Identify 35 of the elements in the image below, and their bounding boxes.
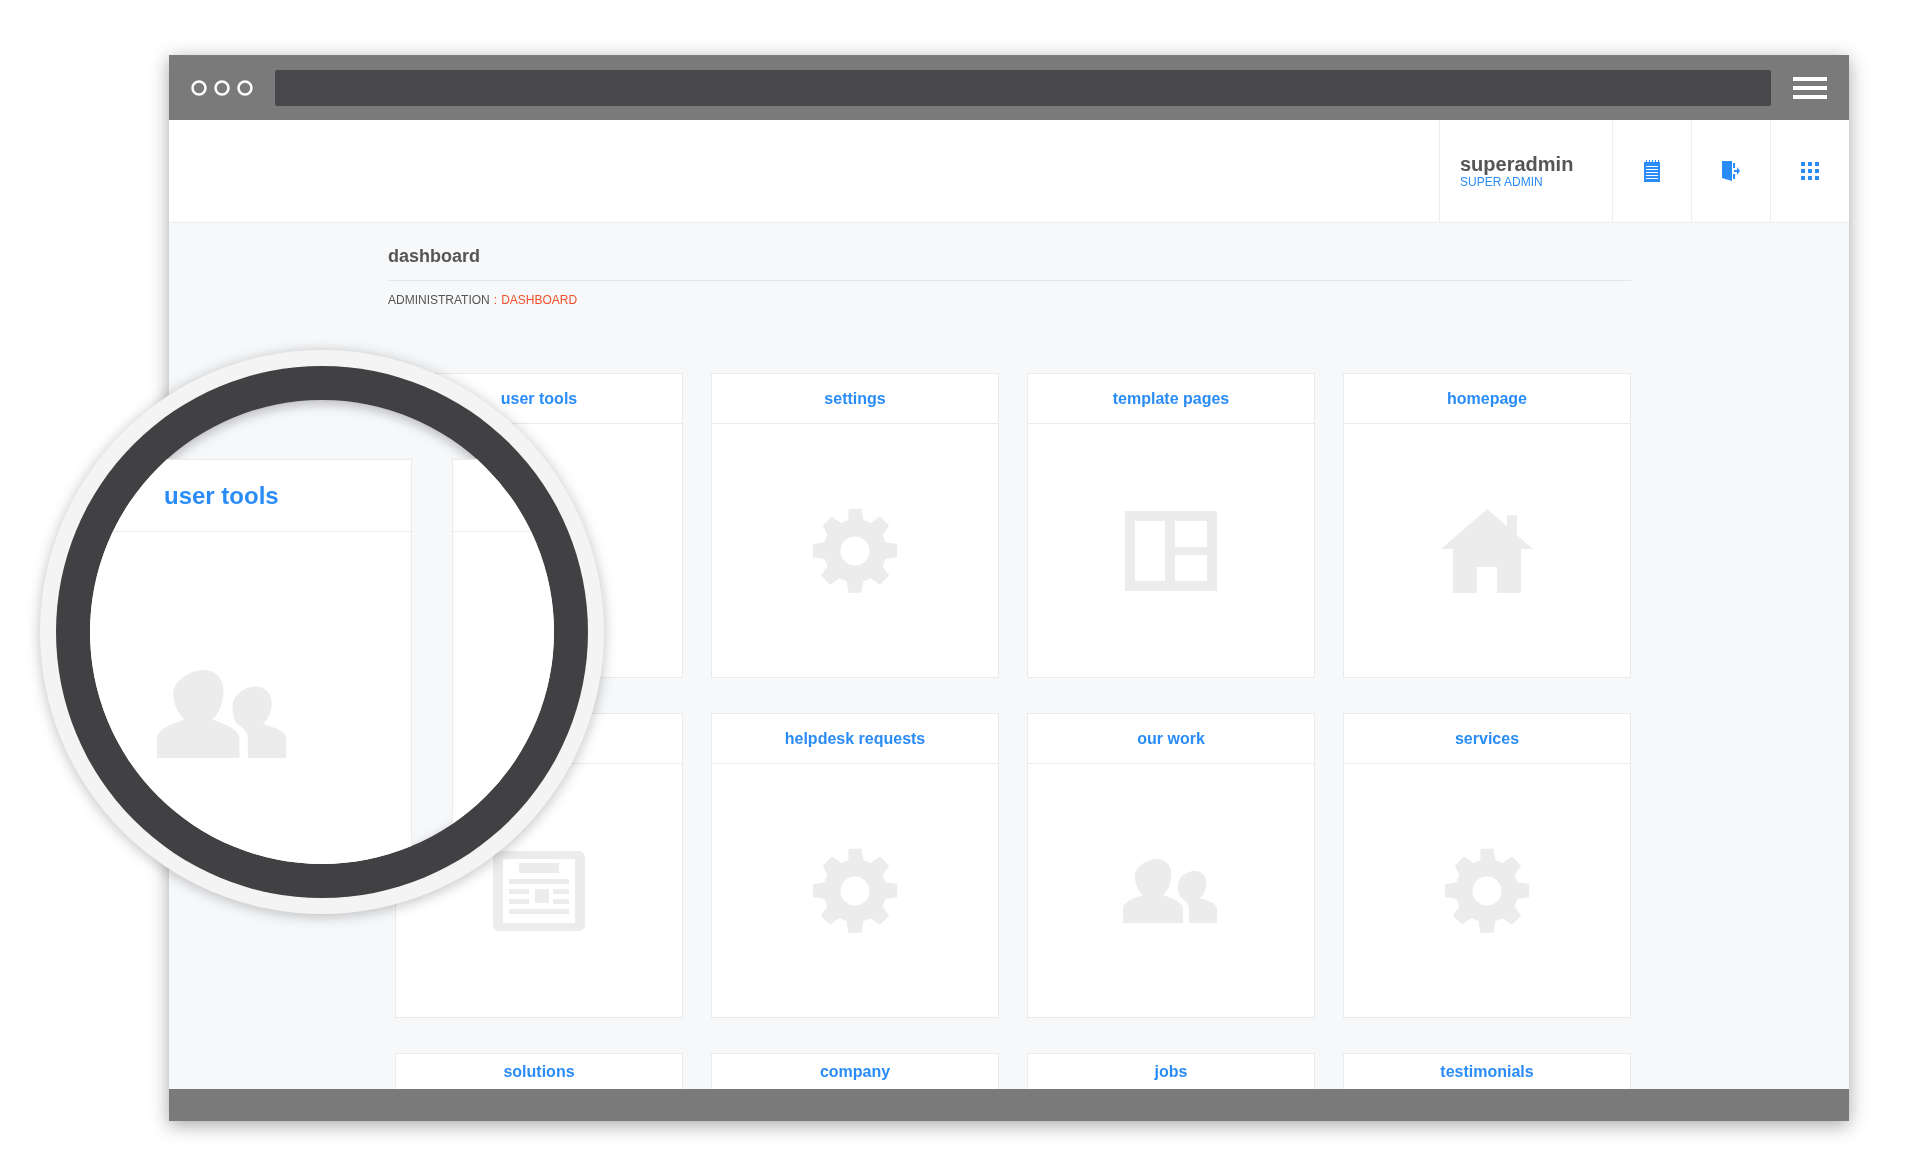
dashboard-tile[interactable]: settings xyxy=(711,373,999,678)
tile-title: homepage xyxy=(1447,388,1527,409)
user-panel[interactable]: superadmin SUPER ADMIN xyxy=(1439,120,1612,222)
tile-title: user tools xyxy=(500,388,578,409)
user-role: SUPER ADMIN xyxy=(1460,175,1544,189)
tile-title: solutions xyxy=(503,1061,575,1082)
tile-title: jobs xyxy=(1154,1061,1188,1082)
tile-title: services xyxy=(1454,728,1520,749)
notepad-icon[interactable] xyxy=(1643,160,1661,182)
breadcrumb-item[interactable]: ADMINISTRATION xyxy=(388,291,490,309)
dashboard-tile[interactable]: services xyxy=(1343,713,1631,1018)
tile-title: our work xyxy=(1137,728,1205,749)
user-name: superadmin xyxy=(1460,153,1575,175)
dashboard-tile[interactable]: jobs xyxy=(1027,1053,1315,1089)
tile-title: helpdesk requests xyxy=(784,728,926,749)
tile-title: user tools xyxy=(164,480,279,511)
grid-icon[interactable] xyxy=(1801,162,1819,180)
dashboard-tile[interactable]: solutions xyxy=(395,1053,683,1089)
dashboard-tile[interactable]: company xyxy=(711,1053,999,1089)
window-dots-icon xyxy=(191,78,253,97)
dashboard-tile[interactable]: template pages xyxy=(1027,373,1315,678)
dashboard-tile[interactable]: homepage xyxy=(1343,373,1631,678)
dashboard-tile[interactable]: our work xyxy=(1027,713,1315,1018)
breadcrumb-item[interactable]: DASHBOARD xyxy=(501,291,578,309)
dashboard-tile[interactable]: testimonials xyxy=(1343,1053,1631,1089)
page-title: dashboard xyxy=(388,243,1631,281)
logout-icon[interactable] xyxy=(1722,161,1740,181)
tile-title: template pages xyxy=(1112,388,1230,409)
tile-title: testimonials xyxy=(1440,1061,1534,1082)
dashboard-tile[interactable]: helpdesk requests xyxy=(711,713,999,1018)
tile-title: company xyxy=(819,1061,891,1082)
breadcrumb-separator: : xyxy=(493,292,498,309)
address-bar[interactable] xyxy=(275,69,1771,106)
tile-title: settings xyxy=(824,388,886,409)
menu-icon[interactable] xyxy=(1793,76,1827,99)
